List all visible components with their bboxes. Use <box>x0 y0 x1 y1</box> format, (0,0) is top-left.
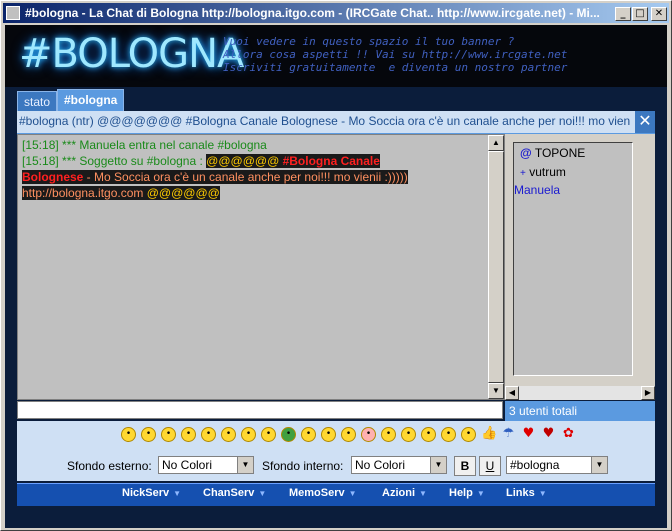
minimize-button[interactable]: _ <box>615 7 631 21</box>
internal-bg-select[interactable]: No Colori ▼ <box>351 456 447 474</box>
message-input[interactable] <box>17 401 503 419</box>
channel-topic: #bologna (ntr) @@@@@@@ #Bologna Canale B… <box>19 114 631 128</box>
topic-rest: - Mo Soccia ora c'è un canale anche per … <box>83 170 408 184</box>
menu-memoserv[interactable]: MemoServ ▼ <box>289 487 357 499</box>
menu-azioni[interactable]: Azioni ▼ <box>382 487 427 499</box>
devil-icon[interactable]: • <box>221 427 236 442</box>
close-channel-icon[interactable]: ✕ <box>635 111 655 133</box>
tab-bologna[interactable]: #bologna <box>57 89 125 112</box>
dizzy-icon[interactable]: • <box>381 427 396 442</box>
user-item[interactable]: Manuela <box>514 183 560 197</box>
topic-url[interactable]: http://bologna.itgo.com <box>22 186 147 200</box>
underline-button[interactable]: U <box>479 456 501 476</box>
eyes-icon[interactable]: • <box>201 427 216 442</box>
topic-bolognese: Bolognese <box>22 170 84 184</box>
settings-bar: Sfondo esterno: No Colori ▼ Sfondo intern… <box>17 449 655 481</box>
user-list: @ TOPONE + vutrum Manuela <box>513 142 633 376</box>
happy-icon[interactable]: • <box>401 427 416 442</box>
scroll-thumb[interactable] <box>488 151 504 383</box>
scroll-up-icon[interactable]: ▲ <box>488 135 504 151</box>
user-item[interactable]: @ TOPONE <box>520 146 585 160</box>
tongue-icon[interactable]: • <box>341 427 356 442</box>
chevron-down-icon: ▼ <box>430 457 446 473</box>
broken-heart-icon[interactable]: ♥ <box>541 427 556 442</box>
flower-icon[interactable]: ✿ <box>561 427 576 442</box>
topic-prefix: [15:18] *** Soggetto su #bologna : <box>22 154 207 168</box>
smirk-icon[interactable]: • <box>461 427 476 442</box>
banner: #BOLOGNA Vuoi vedere in questo spazio il… <box>5 25 667 87</box>
emoticon-bar: • • • • • • • • • • • • • • • • • • 👍 ☂ ♥ ♥ ✿ <box>17 421 655 449</box>
services-menu: NickServ ▼ ChanServ ▼ MemoServ ▼ Azioni ▼ He… <box>17 483 655 506</box>
chat-line: Bolognese - Mo Soccia ora c'è un canale … <box>22 169 484 185</box>
menu-nickserv[interactable]: NickServ ▼ <box>122 487 181 499</box>
confused-icon[interactable]: • <box>241 427 256 442</box>
tab-stato[interactable]: stato <box>17 91 58 112</box>
chevron-down-icon: ▼ <box>237 457 253 473</box>
user-list-hscrollbar[interactable]: ◀ ▶ <box>505 386 655 400</box>
surprised-icon[interactable]: • <box>421 427 436 442</box>
menu-links[interactable]: Links ▼ <box>506 487 547 499</box>
scroll-down-icon[interactable]: ▼ <box>488 383 504 399</box>
window-title: #bologna - La Chat di Bologna http://bol… <box>25 6 600 20</box>
window-icon <box>6 6 20 20</box>
menu-help[interactable]: Help ▼ <box>449 487 485 499</box>
smile-icon[interactable]: • <box>121 427 136 442</box>
chat-messages: [15:18] *** Manuela entra nel canale #bo… <box>17 134 505 400</box>
cool-icon[interactable]: • <box>161 427 176 442</box>
close-button[interactable]: ✕ <box>651 7 667 21</box>
pig-icon[interactable]: • <box>361 427 376 442</box>
topic-ats-2: @@@@@@ <box>146 186 220 200</box>
wink-icon[interactable]: • <box>141 427 156 442</box>
chat-line: http://bologna.itgo.com @@@@@@ <box>22 185 484 201</box>
join-message: [15:18] *** Manuela entra nel canale #bo… <box>22 138 267 152</box>
teeth-icon[interactable]: • <box>281 427 296 442</box>
chat-line: [15:18] *** Manuela entra nel canale #bo… <box>22 137 484 153</box>
blank-icon[interactable]: • <box>321 427 336 442</box>
menu-chanserv[interactable]: ChanServ ▼ <box>203 487 266 499</box>
browser-window: #bologna - La Chat di Bologna http://bol… <box>0 0 672 531</box>
internal-bg-label: Sfondo interno: <box>262 459 344 473</box>
bologna-logo: #BOLOGNA <box>19 31 244 77</box>
topic-bar: #bologna (ntr) @@@@@@@ #Bologna Canale B… <box>17 111 655 134</box>
title-bar: #bologna - La Chat di Bologna http://bol… <box>3 3 669 23</box>
user-item[interactable]: + vutrum <box>520 165 566 179</box>
chevron-down-icon: ▼ <box>591 457 607 473</box>
thumbsup-icon[interactable]: 👍 <box>481 427 497 442</box>
bold-button[interactable]: B <box>454 456 476 476</box>
chat-line: [15:18] *** Soggetto su #bologna : @@@@@… <box>22 153 484 169</box>
sad-icon[interactable]: • <box>181 427 196 442</box>
external-bg-select[interactable]: No Colori ▼ <box>158 456 254 474</box>
chat-log: [15:18] *** Manuela entra nel canale #bo… <box>22 137 484 201</box>
channel-select[interactable]: #bologna ▼ <box>506 456 608 474</box>
grin-icon[interactable]: • <box>261 427 276 442</box>
scroll-right-icon[interactable]: ▶ <box>641 386 655 400</box>
scroll-left-icon[interactable]: ◀ <box>505 386 519 400</box>
user-count: 3 utenti totali <box>505 401 655 421</box>
external-bg-label: Sfondo esterno: <box>67 459 152 473</box>
chat-scrollbar[interactable]: ▲ ▼ <box>488 135 504 399</box>
topic-ats: @@@@@@ #Bologna Canale <box>206 154 380 168</box>
heart-icon[interactable]: ♥ <box>521 427 536 442</box>
shout-icon[interactable]: • <box>301 427 316 442</box>
banner-text[interactable]: Vuoi vedere in questo spazio il tuo bann… <box>223 35 643 74</box>
chat-app: #BOLOGNA Vuoi vedere in questo spazio il… <box>5 25 667 528</box>
maximize-button[interactable]: □ <box>632 7 648 21</box>
umbrella-icon[interactable]: ☂ <box>501 427 516 442</box>
user-pane: @ TOPONE + vutrum Manuela ◀ ▶ <box>505 134 655 400</box>
evil-icon[interactable]: • <box>441 427 456 442</box>
